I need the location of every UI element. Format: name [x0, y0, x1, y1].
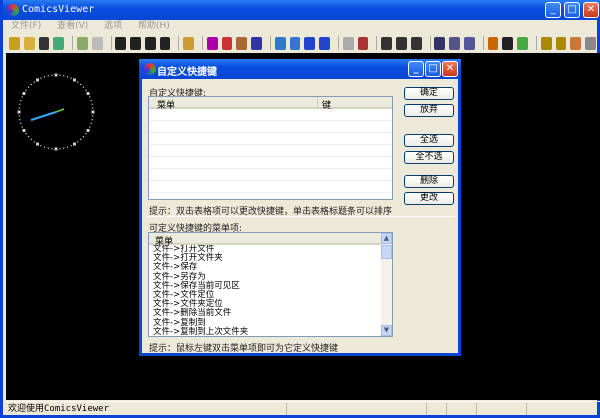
open-file-icon[interactable]	[9, 36, 20, 50]
list-header: 菜单	[149, 233, 392, 247]
open-folder-icon[interactable]	[23, 36, 35, 50]
toolbar-separator	[72, 36, 73, 50]
status-text: 欢迎使用ComicsViewer	[8, 404, 110, 414]
scroll-up-icon[interactable]: ▲	[381, 233, 392, 244]
menu-bar: 文件(F) 查看(V) 选项 帮助(H)	[6, 20, 600, 33]
color-icon[interactable]	[487, 36, 499, 50]
fit-page-icon[interactable]	[395, 36, 407, 50]
toolbar-separator	[376, 36, 378, 50]
save-icon[interactable]	[38, 36, 50, 50]
toolbar-separator	[535, 36, 537, 50]
column-key[interactable]: 键	[322, 98, 331, 111]
last-page-icon[interactable]	[159, 36, 171, 50]
single-page-icon[interactable]	[381, 36, 392, 50]
table-header: 菜单 键	[149, 97, 392, 111]
dialog-minimize-button[interactable]: _	[408, 61, 424, 77]
fit-width-icon[interactable]	[304, 36, 316, 50]
split-v-icon[interactable]	[289, 36, 301, 50]
first-page-icon[interactable]	[115, 36, 127, 50]
app-title: ComicsViewer	[22, 4, 95, 15]
dialog-title: 自定义快捷键	[157, 67, 217, 78]
actual-size-icon[interactable]	[410, 36, 422, 50]
about-icon[interactable]	[555, 36, 567, 50]
find-icon[interactable]	[91, 36, 103, 50]
split-h-icon[interactable]	[274, 36, 286, 50]
list-scrollbar[interactable]: ▲ ▼	[381, 233, 392, 336]
dialog-icon	[144, 63, 156, 75]
next-page-icon[interactable]	[144, 36, 156, 50]
scroll-down-icon[interactable]: ▼	[381, 325, 392, 336]
home-icon[interactable]	[570, 36, 582, 50]
rotate-right-icon[interactable]	[236, 36, 248, 50]
hint-list: 提示：鼠标左键双击菜单项即可为它定义快捷键	[149, 344, 339, 354]
rotate-left-icon[interactable]	[221, 36, 233, 50]
toolbar-separator	[270, 36, 271, 50]
toolbar-separator	[429, 36, 431, 50]
toolbar-separator	[482, 36, 484, 50]
settings-icon[interactable]	[517, 36, 528, 50]
select-none-button[interactable]: 全不选	[404, 151, 454, 164]
shortcut-table[interactable]: 菜单 键	[148, 96, 393, 200]
close-button[interactable]: ✕	[583, 2, 599, 18]
flip-horizontal-icon[interactable]	[206, 36, 218, 50]
toolbar-separator	[110, 36, 112, 50]
app-icon	[7, 4, 19, 16]
zoom-in-icon[interactable]	[434, 36, 446, 50]
ok-button[interactable]: 确定	[404, 87, 454, 100]
title-bar: ComicsViewer _ □ ✕	[3, 0, 600, 20]
dialog-close-button[interactable]: ✕	[442, 61, 458, 77]
export-icon[interactable]	[53, 36, 65, 50]
minimize-button[interactable]: _	[545, 2, 561, 18]
list-header-label[interactable]: 菜单	[155, 234, 173, 247]
menu-help[interactable]: 帮助(H)	[138, 20, 170, 33]
divider	[148, 216, 454, 217]
plugin-icon[interactable]	[585, 36, 596, 50]
select-all-button[interactable]: 全选	[404, 134, 454, 147]
menu-view[interactable]: 查看(V)	[57, 20, 88, 33]
toolbar-separator	[337, 36, 339, 50]
prev-page-icon[interactable]	[130, 36, 141, 50]
maximize-button[interactable]: □	[564, 2, 580, 18]
delete-button[interactable]: 删除	[404, 175, 454, 188]
page-mode-icon[interactable]	[502, 36, 514, 50]
column-menu[interactable]: 菜单	[157, 98, 175, 111]
toolbar-separator	[178, 36, 180, 50]
menu-items-list[interactable]: 菜单 文件->打开文件 文件->打开文件夹 文件->保存 文件->另存为 文件->保存当…	[148, 232, 393, 337]
menu-file[interactable]: 文件(F)	[11, 20, 41, 33]
scroll-thumb[interactable]	[381, 245, 392, 259]
dialog-title-bar: 自定义快捷键 _ □ ✕	[139, 59, 461, 79]
cancel-button[interactable]: 放弃	[404, 104, 454, 117]
bookmark-icon[interactable]	[76, 36, 88, 50]
dialog-maximize-button[interactable]: □	[425, 61, 441, 77]
toolbar	[6, 34, 600, 52]
custom-shortcut-dialog: 自定义快捷键 _ □ ✕ 自定义快捷键: 菜单 键 确定 放弃 全选 全不选 删…	[139, 59, 461, 356]
folder-up-icon[interactable]	[183, 36, 195, 50]
clock-icon	[17, 73, 95, 151]
status-bar: 欢迎使用ComicsViewer	[6, 401, 600, 415]
flip-vertical-icon[interactable]	[251, 36, 263, 50]
double-page-icon[interactable]	[342, 36, 354, 50]
toolbar-separator	[202, 36, 203, 50]
fit-height-icon[interactable]	[319, 36, 330, 50]
menu-options[interactable]: 选项	[104, 20, 122, 33]
book-icon[interactable]	[357, 36, 369, 50]
change-button[interactable]: 更改	[404, 192, 454, 205]
window-icon[interactable]	[449, 36, 460, 50]
copy-icon[interactable]	[463, 36, 475, 50]
help-icon[interactable]	[540, 36, 552, 50]
list-item[interactable]: 文件->复制到上次文件夹	[149, 327, 392, 336]
